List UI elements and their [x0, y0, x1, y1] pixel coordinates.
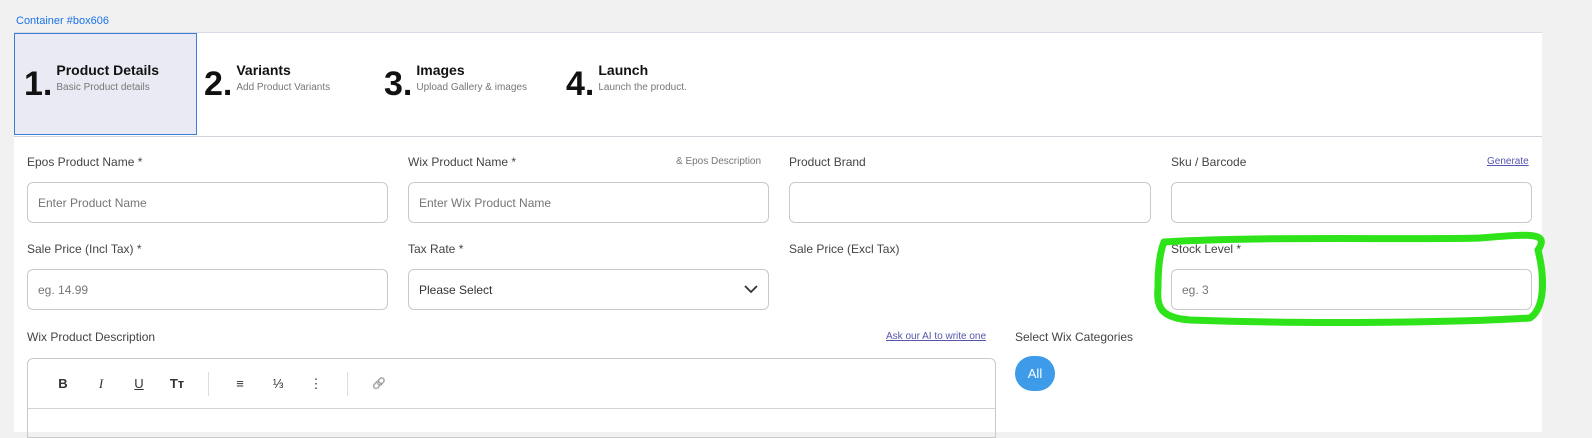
description-label: Wix Product Description [27, 330, 156, 344]
sku-input[interactable] [1171, 182, 1532, 223]
tax-rate-value: Please Select [419, 282, 493, 297]
step-subtitle: Launch the product. [598, 81, 687, 93]
step-number: 1. [24, 65, 53, 103]
italic-icon[interactable]: I [82, 376, 120, 392]
brand-label: Product Brand [789, 155, 866, 169]
category-all-pill[interactable]: All [1015, 356, 1055, 391]
step-title: Product Details [56, 61, 160, 78]
step-images[interactable]: 3. Images Upload Gallery & images [384, 33, 559, 135]
step-launch[interactable]: 4. Launch Launch the product. [566, 33, 736, 135]
step-title: Images [416, 61, 465, 78]
description-editor[interactable]: B I U Tт ≡ ⅓ ⋮ 🔗 [27, 358, 996, 438]
sale-incl-label: Sale Price (Incl Tax) * [27, 242, 142, 256]
step-number: 4. [566, 65, 595, 103]
step-title: Variants [236, 61, 291, 78]
editor-toolbar: B I U Tт ≡ ⅓ ⋮ 🔗 [28, 359, 995, 409]
step-variants[interactable]: 2. Variants Add Product Variants [204, 33, 374, 135]
toolbar-separator [347, 371, 348, 396]
divider [14, 136, 1542, 137]
epos-name-label: Epos Product Name * [27, 155, 143, 169]
sale-excl-label: Sale Price (Excl Tax) [789, 242, 900, 256]
step-subtitle: Upload Gallery & images [416, 81, 527, 93]
ai-write-link[interactable]: Ask our AI to write one [886, 331, 986, 342]
chevron-down-icon [744, 285, 758, 294]
toolbar-separator [208, 371, 209, 396]
wix-name-input[interactable] [408, 182, 769, 223]
brand-input[interactable] [789, 182, 1151, 223]
categories-label: Select Wix Categories [1015, 330, 1134, 344]
link-icon[interactable]: 🔗 [360, 377, 398, 390]
container-label: Container #box606 [16, 15, 109, 27]
bullet-list-icon[interactable]: ⋮ [297, 376, 335, 392]
tax-rate-label: Tax Rate * [408, 242, 464, 256]
align-left-icon[interactable]: ≡ [221, 376, 259, 391]
highlight-annotation [1154, 231, 1546, 326]
ordered-list-icon[interactable]: ⅓ [259, 376, 297, 391]
bold-icon[interactable]: B [44, 376, 82, 391]
wix-name-label: Wix Product Name * [408, 155, 517, 169]
text-size-icon[interactable]: Tт [158, 376, 196, 391]
step-number: 3. [384, 65, 413, 103]
wix-name-hint: & Epos Description [676, 156, 762, 167]
underline-icon[interactable]: U [120, 376, 158, 391]
step-subtitle: Basic Product details [56, 81, 150, 93]
sku-label: Sku / Barcode [1171, 155, 1247, 169]
sale-incl-input[interactable] [27, 269, 388, 310]
step-subtitle: Add Product Variants [236, 81, 331, 93]
step-number: 2. [204, 65, 233, 103]
step-title: Launch [598, 61, 649, 78]
generate-link[interactable]: Generate [1487, 156, 1529, 167]
tax-rate-select[interactable]: Please Select [408, 269, 769, 310]
epos-name-input[interactable] [27, 182, 388, 223]
step-product-details[interactable]: 1. Product Details Basic Product details [14, 33, 197, 135]
